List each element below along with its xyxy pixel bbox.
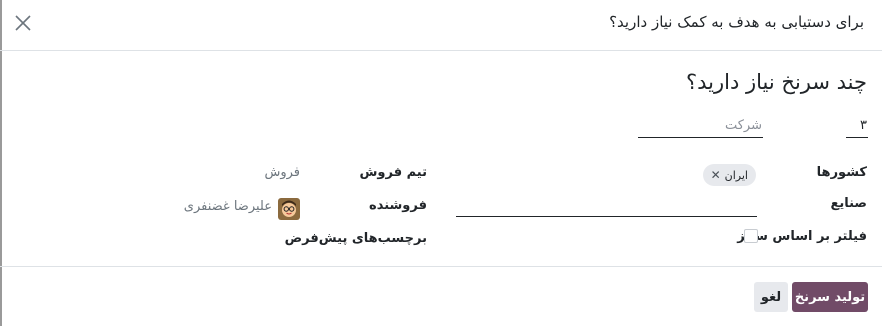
sales-team-value[interactable]: فروش (264, 165, 300, 180)
salesperson-label: فروشنده (369, 198, 427, 213)
avatar (278, 198, 300, 220)
cancel-button[interactable]: لغو (754, 282, 788, 312)
lead-count-input[interactable]: ۳ (860, 118, 867, 133)
dialog-footer: تولید سرنخ لغو (0, 266, 882, 327)
size-filter-checkbox[interactable] (744, 229, 758, 243)
country-tag-label: ایران (724, 168, 748, 182)
salesperson-value[interactable]: علیرضا غضنفری (184, 199, 272, 214)
industries-label: صنایع (830, 196, 867, 211)
countries-label: کشورها (816, 165, 867, 180)
lead-count-underline (846, 137, 868, 138)
target-type-select[interactable]: شرکت (725, 118, 762, 133)
sales-team-label: تیم فروش (359, 165, 427, 180)
close-icon[interactable] (12, 12, 34, 34)
generate-leads-button[interactable]: تولید سرنخ (792, 282, 868, 312)
country-tag: ایران ✕ (702, 164, 756, 186)
tag-remove-icon[interactable]: ✕ (711, 168, 721, 182)
dialog-title: برای دستیابی به هدف به کمک نیاز دارید؟ (609, 13, 864, 31)
industries-input[interactable] (456, 216, 757, 217)
lead-generation-dialog: برای دستیابی به هدف به کمک نیاز دارید؟ چ… (0, 0, 882, 326)
form-heading: چند سرنخ نیاز دارید؟ (685, 70, 867, 94)
default-tags-label: برچسب‌های پیش‌فرض (284, 231, 427, 246)
target-type-underline (638, 137, 763, 138)
dialog-header: برای دستیابی به هدف به کمک نیاز دارید؟ (0, 0, 882, 51)
